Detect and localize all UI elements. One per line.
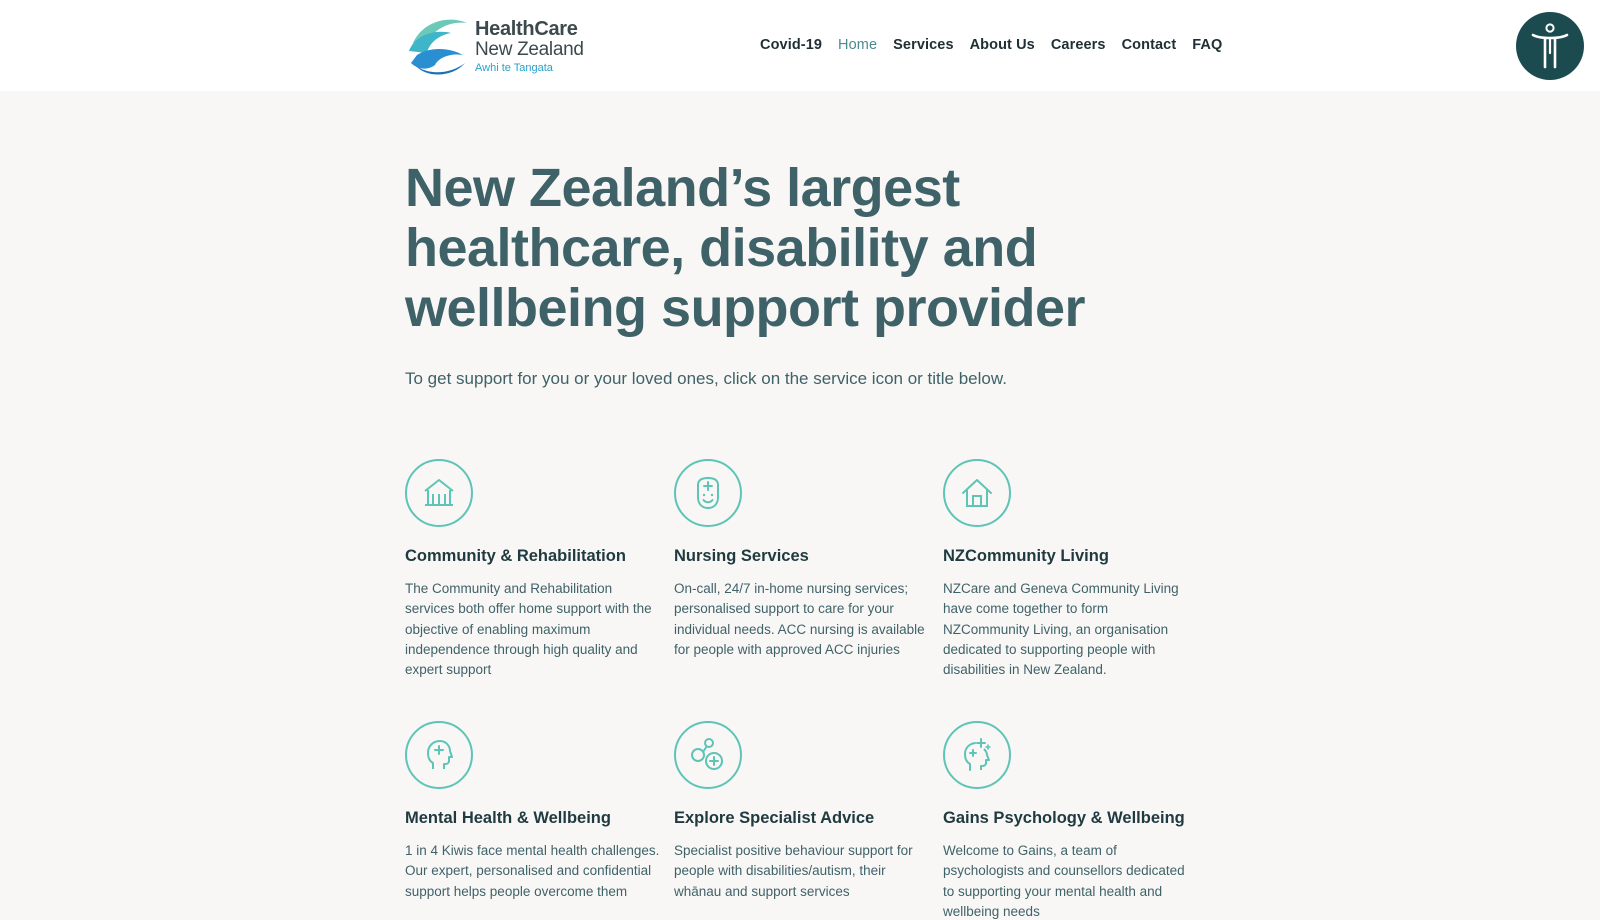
- nav-home[interactable]: Home: [838, 37, 877, 53]
- nav-services[interactable]: Services: [893, 37, 953, 53]
- service-description: NZCare and Geneva Community Living have …: [943, 581, 1179, 678]
- site-header: HealthCare New Zealand Awhi te Tangata C…: [0, 0, 1600, 91]
- service-title[interactable]: Explore Specialist Advice: [674, 809, 929, 828]
- accessibility-button[interactable]: [1516, 12, 1584, 80]
- nav-contact[interactable]: Contact: [1122, 37, 1177, 53]
- service-title[interactable]: NZCommunity Living: [943, 547, 1198, 566]
- service-card-mental-health[interactable]: Mental Health & Wellbeing 1 in 4 Kiwis f…: [405, 721, 660, 920]
- service-card-gains-psychology[interactable]: Gains Psychology & Wellbeing Welcome to …: [943, 721, 1198, 920]
- head-plus-icon[interactable]: [405, 721, 473, 789]
- head-sparkle-icon[interactable]: [943, 721, 1011, 789]
- nav-faq[interactable]: FAQ: [1192, 37, 1222, 53]
- house-icon[interactable]: [943, 459, 1011, 527]
- service-description: The Community and Rehabilitation service…: [405, 581, 652, 678]
- specialist-circles-icon[interactable]: [674, 721, 742, 789]
- logo-tagline: Awhi te Tangata: [475, 61, 553, 74]
- service-card-specialist-advice[interactable]: Explore Specialist Advice Specialist pos…: [674, 721, 929, 920]
- service-card-nursing[interactable]: Nursing Services On-call, 24/7 in-home n…: [674, 459, 929, 677]
- nav-careers[interactable]: Careers: [1051, 37, 1106, 53]
- service-title[interactable]: Nursing Services: [674, 547, 929, 566]
- logo-text-line2: New Zealand: [475, 38, 584, 60]
- service-card-nzcommunity-living[interactable]: NZCommunity Living NZCare and Geneva Com…: [943, 459, 1198, 677]
- hero-title: New Zealand’s largest healthcare, disabi…: [405, 158, 1086, 338]
- service-description: On-call, 24/7 in-home nursing services; …: [674, 581, 925, 657]
- accessibility-person-icon: [1531, 23, 1569, 69]
- nav-covid-19[interactable]: Covid-19: [760, 37, 822, 53]
- service-description: 1 in 4 Kiwis face mental health challeng…: [405, 843, 660, 899]
- nav-about-us[interactable]: About Us: [970, 37, 1035, 53]
- service-description: Welcome to Gains, a team of psychologist…: [943, 843, 1185, 919]
- nurse-face-icon[interactable]: [674, 459, 742, 527]
- logo-text-line1: HealthCare: [475, 17, 578, 40]
- service-title[interactable]: Community & Rehabilitation: [405, 547, 660, 566]
- service-card-community-rehabilitation[interactable]: Community & Rehabilitation The Community…: [405, 459, 660, 677]
- service-description: Specialist positive behaviour support fo…: [674, 843, 913, 899]
- service-title[interactable]: Gains Psychology & Wellbeing: [943, 809, 1198, 828]
- hero-subtitle: To get support for you or your loved one…: [405, 369, 1007, 388]
- main-nav: Covid-19 Home Services About Us Careers …: [760, 33, 1222, 57]
- site-logo[interactable]: HealthCare New Zealand Awhi te Tangata: [405, 12, 585, 80]
- service-title[interactable]: Mental Health & Wellbeing: [405, 809, 660, 828]
- logo-mark-icon: [409, 19, 467, 75]
- community-building-icon[interactable]: [405, 459, 473, 527]
- services-grid: Community & Rehabilitation The Community…: [405, 459, 1212, 920]
